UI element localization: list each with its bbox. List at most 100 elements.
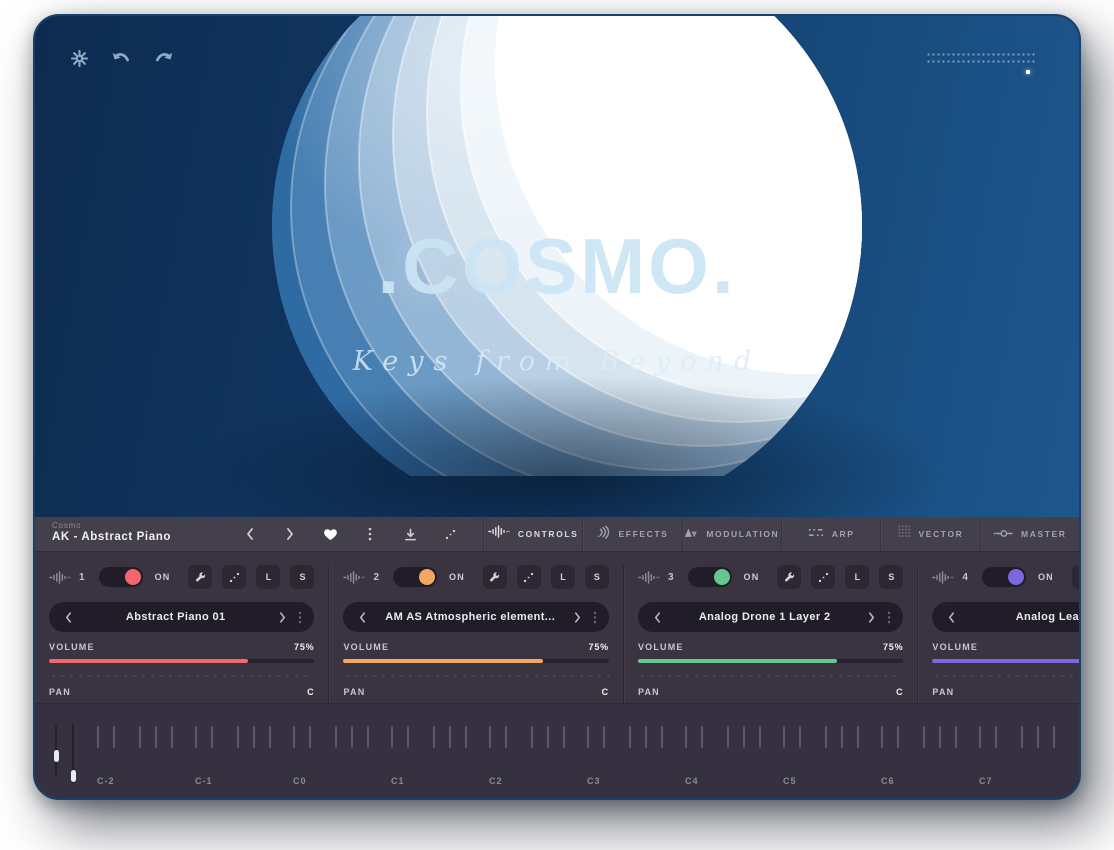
channel-state-label: ON: [449, 572, 465, 582]
tab-vector[interactable]: VECTOR: [880, 517, 979, 551]
dotted-separator: [932, 675, 1081, 677]
channel-solo-button[interactable]: S: [290, 565, 314, 589]
toggle-knob: [125, 569, 141, 585]
hero-artwork: .COSMO. Keys from Beyond: [35, 16, 1079, 517]
channel-number: 1: [79, 572, 85, 583]
channel-strips: 1 ON L S Abstract Piano 01 VOLUME 75% PA…: [35, 552, 1079, 703]
volume-slider[interactable]: [932, 659, 1081, 663]
channel-random-button[interactable]: [517, 565, 541, 589]
octave-group: C1: [391, 720, 489, 788]
dots-dashes-icon: [808, 525, 824, 543]
preset-selector: AM AS Atmospheric element...: [343, 602, 608, 632]
dots-pattern: [926, 51, 1036, 64]
toggle-knob: [419, 569, 435, 585]
octave-ruler[interactable]: C-2 C-1 C0 C1 C2 C3 C4 C5 C6 C7: [97, 720, 1075, 788]
preset-name: Abstract Piano 01: [76, 611, 275, 623]
channel-solo-button[interactable]: S: [879, 565, 903, 589]
volume-value: 75%: [294, 642, 314, 652]
volume-slider[interactable]: [638, 659, 903, 663]
tab-label: CONTROLS: [518, 529, 579, 539]
undo-icon[interactable]: [109, 46, 133, 70]
octave-group: C-1: [195, 720, 293, 788]
octave-group: C0: [293, 720, 391, 788]
channel-strip: 4 ON L S Analog Lead 10 VOLUME 75% PAN C: [917, 565, 1081, 703]
channel-edit-button[interactable]: [1072, 565, 1081, 589]
prev-preset-icon[interactable]: [241, 525, 259, 543]
preset-menu-button[interactable]: [585, 607, 599, 628]
octave-group: C-2: [97, 720, 195, 788]
channel-random-button[interactable]: [222, 565, 246, 589]
octave-label: C3: [587, 776, 601, 786]
pan-value: C: [896, 687, 903, 697]
kebab-menu-icon[interactable]: [361, 525, 379, 543]
volume-label: VOLUME: [49, 642, 95, 652]
tab-master[interactable]: MASTER: [980, 517, 1079, 551]
channel-lock-button[interactable]: L: [256, 565, 280, 589]
volume-fill: [49, 659, 248, 663]
slider-icon: [993, 525, 1013, 543]
octave-group: C2: [489, 720, 587, 788]
redo-icon[interactable]: [151, 46, 175, 70]
waveform-icon: [343, 571, 365, 584]
preset-next-button[interactable]: [864, 608, 879, 627]
octave-label: C1: [391, 776, 405, 786]
waveform-icon: [488, 525, 510, 543]
download-icon[interactable]: [401, 525, 419, 543]
tab-controls[interactable]: CONTROLS: [483, 517, 582, 551]
preset-prev-button[interactable]: [944, 608, 959, 627]
brand-soundwave-logo-icon: [534, 40, 590, 79]
tab-modulation[interactable]: MODULATION: [682, 517, 781, 551]
octave-label: C5: [783, 776, 797, 786]
pan-label: PAN: [638, 687, 660, 697]
next-preset-icon[interactable]: [281, 525, 299, 543]
fader-handle[interactable]: [54, 750, 59, 762]
favorite-heart-icon[interactable]: [321, 525, 339, 543]
channel-solo-button[interactable]: S: [585, 565, 609, 589]
preset-menu-button[interactable]: [879, 607, 893, 628]
volume-value: 75%: [589, 642, 609, 652]
triangle-wave-icon: [684, 525, 698, 543]
preset-prev-button[interactable]: [61, 608, 76, 627]
channel-edit-button[interactable]: [777, 565, 801, 589]
channel-number: 4: [962, 572, 968, 583]
channel-random-button[interactable]: [811, 565, 835, 589]
preset-eyebrow: Cosmo: [52, 521, 235, 530]
waveform-icon: [638, 571, 660, 584]
channel-on-toggle[interactable]: [99, 567, 143, 587]
range-fader-low[interactable]: [55, 726, 57, 776]
channel-on-toggle[interactable]: [982, 567, 1026, 587]
channel-on-toggle[interactable]: [393, 567, 437, 587]
fader-handle[interactable]: [71, 770, 76, 782]
current-preset-name: AK - Abstract Piano: [52, 531, 235, 543]
channel-lock-button[interactable]: L: [551, 565, 575, 589]
tab-label: EFFECTS: [619, 529, 669, 539]
preset-menu-button[interactable]: [290, 607, 304, 628]
product-title: .COSMO.: [35, 224, 1079, 308]
range-fader-high[interactable]: [72, 724, 74, 784]
preset-next-button[interactable]: [275, 608, 290, 627]
preset-prev-button[interactable]: [650, 608, 665, 627]
pan-value: C: [307, 687, 314, 697]
volume-slider[interactable]: [49, 659, 314, 663]
channel-on-toggle[interactable]: [688, 567, 732, 587]
channel-number: 3: [668, 572, 674, 583]
volume-label: VOLUME: [343, 642, 389, 652]
dotted-separator: [49, 675, 314, 677]
preset-next-button[interactable]: [570, 608, 585, 627]
preset-name: AM AS Atmospheric element...: [370, 611, 569, 623]
tab-effects[interactable]: EFFECTS: [582, 517, 681, 551]
toggle-knob: [714, 569, 730, 585]
tab-label: ARP: [832, 529, 855, 539]
channel-edit-button[interactable]: [188, 565, 212, 589]
volume-slider[interactable]: [343, 659, 608, 663]
preset-prev-button[interactable]: [355, 608, 370, 627]
randomize-dots-icon[interactable]: [441, 525, 459, 543]
channel-edit-button[interactable]: [483, 565, 507, 589]
channel-lock-button[interactable]: L: [845, 565, 869, 589]
settings-gear-icon[interactable]: [67, 46, 91, 70]
octave-group: C3: [587, 720, 685, 788]
preset-name: Analog Drone 1 Layer 2: [665, 611, 864, 623]
octave-group: C6: [881, 720, 979, 788]
octave-group: C7: [979, 720, 1075, 788]
tab-arp[interactable]: ARP: [781, 517, 880, 551]
